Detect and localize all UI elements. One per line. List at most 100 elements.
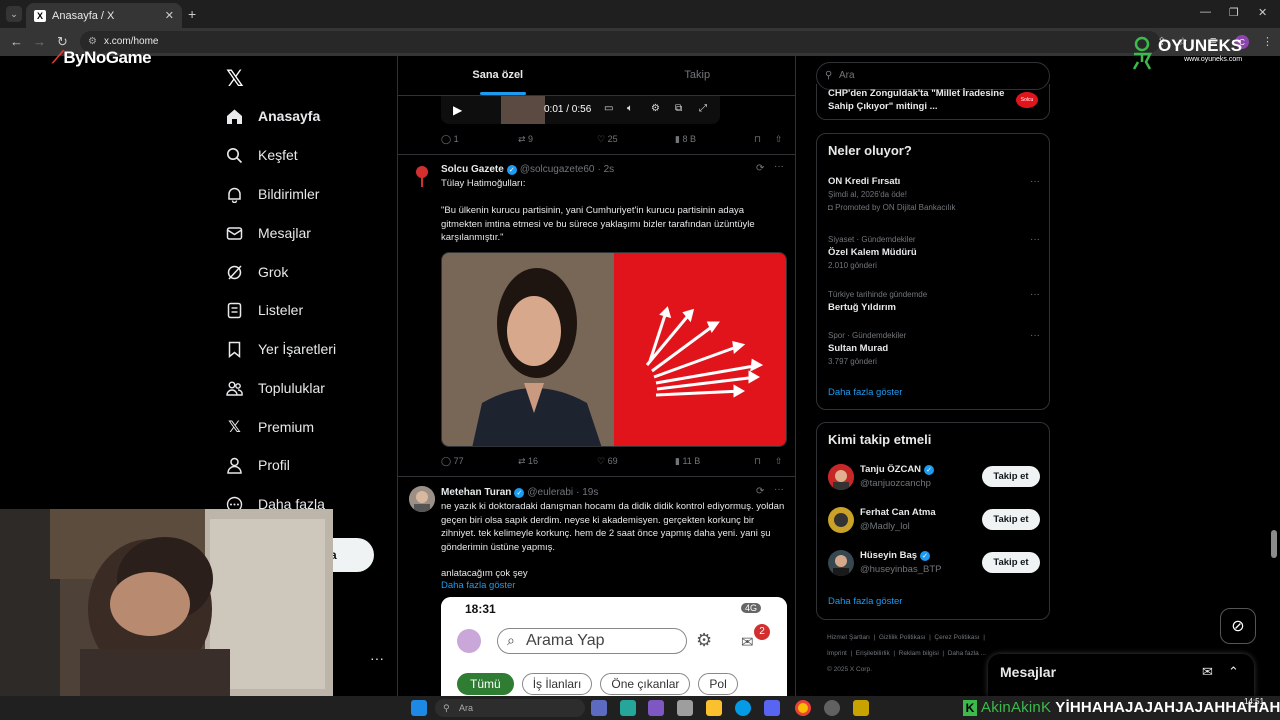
new-message-icon[interactable]: ✉ [1202,664,1213,680]
tweet-image[interactable] [441,252,787,447]
taskbar-search[interactable]: ⚲ Ara [435,699,585,717]
chrome-icon[interactable] [795,700,811,716]
captions-icon[interactable]: ▭ [604,103,613,114]
copilot-icon[interactable] [620,700,636,716]
nav-profile[interactable]: Profil [226,455,290,475]
footer-link[interactable]: Erişilebilirlik [856,650,890,657]
restore-icon[interactable]: ❐ [1229,6,1239,19]
play-icon[interactable]: ▶ [453,103,462,117]
tweet-time[interactable]: · 19s [576,487,598,498]
trending-item[interactable]: CHP'den Zonguldak'ta "Millet İradesine S… [816,84,1050,120]
footer-link[interactable]: Hizmet Şartları [827,634,870,641]
nav-communities[interactable]: Topluluklar [226,378,325,398]
page-scrollbar[interactable] [1271,530,1277,558]
tweet-more-icon[interactable]: ··· [774,484,784,495]
task-view-icon[interactable] [591,700,607,716]
trend-item[interactable]: Spor · Gündemdekiler Sultan Murad 3.797 … [828,329,1040,368]
edge-icon[interactable] [735,700,751,716]
notepad-icon[interactable] [677,700,693,716]
avatar[interactable] [409,163,435,189]
settings-icon[interactable]: ⚙ [651,103,660,114]
grok-analyze-icon[interactable]: ⟳ [756,163,764,174]
messages-drawer[interactable]: Mesajlar ✉ ⌃ [988,654,1254,696]
trend-item[interactable]: Siyaset · Gündemdekiler Özel Kalem Müdür… [828,233,1040,272]
trends-show-more[interactable]: Daha fazla göster [828,387,902,398]
share-button[interactable]: ⇧ [775,134,783,145]
browser-menu-icon[interactable]: ⋮ [1262,35,1273,48]
trend-more-icon[interactable]: ··· [1030,175,1040,188]
footer-link[interactable]: Imprint [827,650,847,657]
tab-search-button[interactable]: ⌄ [6,6,22,22]
forward-icon[interactable]: → [33,34,46,49]
author-handle[interactable]: @solcugazete60 [520,164,595,175]
new-tab-button[interactable]: + [188,6,196,22]
show-more-link[interactable]: Daha fazla göster [441,580,515,591]
nav-messages[interactable]: Mesajlar [226,223,311,243]
views-button[interactable]: ▮ 11 B [675,456,700,467]
author-name[interactable]: Metehan Turan [441,487,511,498]
share-button[interactable]: ⇧ [775,456,783,467]
reply-button[interactable]: ◯ 77 [441,456,464,467]
taskbar-clock[interactable]: 14:51 [1244,697,1264,707]
account-menu-dots-icon[interactable]: ··· [370,650,384,666]
expand-icon[interactable]: ⌃ [1228,664,1239,680]
follow-suggestion[interactable]: Tanju ÖZCAN ✓ @tanjuozcanchp Takip et [828,462,1040,492]
video-player[interactable]: ▶ 0:01 / 0:56 ▭ 🔈︎ ⚙ ⧉ ⤢ [441,96,720,124]
like-button[interactable]: ♡ 69 [597,456,618,467]
back-icon[interactable]: ← [10,34,23,49]
follow-button[interactable]: Takip et [982,466,1040,487]
browser-tab[interactable]: X Anasayfa / X ✕ [26,3,182,28]
avatar[interactable] [409,486,435,512]
author-name[interactable]: Solcu Gazete [441,164,504,175]
x-logo[interactable]: 𝕏 [226,66,244,92]
trend-item[interactable]: Türkiye tarihinde gündemde Bertuğ Yıldır… [828,288,1040,314]
nav-explore[interactable]: Keşfet [226,145,298,165]
author-handle[interactable]: @eulerabi [527,487,573,498]
trend-more-icon[interactable]: ··· [1030,329,1040,342]
tab-for-you[interactable]: Sana özel [398,56,598,95]
footer-link[interactable]: Reklam bilgisi [899,650,939,657]
file-explorer-icon[interactable] [706,700,722,716]
follow-button[interactable]: Takip et [982,552,1040,573]
start-icon[interactable] [411,700,427,716]
footer-link[interactable]: Daha fazla ... [948,650,986,657]
tweet-screenshot-image[interactable]: 18:31 4G ⌕ Arama Yap ⚙ ✉ 2 Tümü İş İlanl… [441,597,787,696]
discord-icon[interactable] [764,700,780,716]
bookmark-button[interactable]: ⊓ [754,456,761,467]
repost-button[interactable]: ⇄ 9 [518,134,533,145]
pip-icon[interactable]: ⧉ [675,103,682,114]
volume-icon[interactable]: 🔈︎ [627,103,633,114]
views-button[interactable]: ▮ 8 B [675,134,696,145]
nav-bookmarks[interactable]: Yer İşaretleri [226,339,336,359]
nav-notifications[interactable]: Bildirimler [226,184,319,204]
teams-icon[interactable] [648,700,664,716]
fullscreen-icon[interactable]: ⤢ [699,103,707,114]
tweet-more-icon[interactable]: ··· [774,161,784,172]
footer-link[interactable]: Gizlilik Politikası [879,634,926,641]
app-icon[interactable] [853,700,869,716]
grok-floating-button[interactable]: ⊘ [1220,608,1256,644]
follow-button[interactable]: Takip et [982,509,1040,530]
repost-button[interactable]: ⇄ 16 [518,456,538,467]
nav-grok[interactable]: Grok [226,262,288,282]
reply-button[interactable]: ◯ 1 [441,134,459,145]
nav-premium[interactable]: 𝕏 Premium [226,417,314,437]
nav-lists[interactable]: Listeler [226,300,303,320]
bookmark-button[interactable]: ⊓ [754,134,761,145]
trend-item[interactable]: ON Kredi Fırsatı Şimdi al, 2026'da öde! … [828,175,1040,214]
close-window-icon[interactable]: ✕ [1258,6,1267,19]
nav-home[interactable]: Anasayfa [226,106,320,126]
minimize-icon[interactable]: — [1200,6,1211,18]
who-show-more[interactable]: Daha fazla göster [828,596,902,607]
tweet-time[interactable]: · 2s [597,164,614,175]
trend-more-icon[interactable]: ··· [1030,233,1040,246]
close-tab-icon[interactable]: ✕ [165,9,174,22]
footer-link[interactable]: Çerez Politikası [934,634,979,641]
like-button[interactable]: ♡ 25 [597,134,618,145]
url-field[interactable]: ⚙ x.com/home [80,31,1160,53]
follow-suggestion[interactable]: Hüseyin Baş ✓ @huseyinbas_BTP Takip et [828,548,1040,578]
app-icon[interactable] [824,700,840,716]
trend-more-icon[interactable]: ··· [1030,288,1040,301]
grok-analyze-icon[interactable]: ⟳ [756,486,764,497]
follow-suggestion[interactable]: Ferhat Can Atma @Madly_lol Takip et [828,505,1040,535]
